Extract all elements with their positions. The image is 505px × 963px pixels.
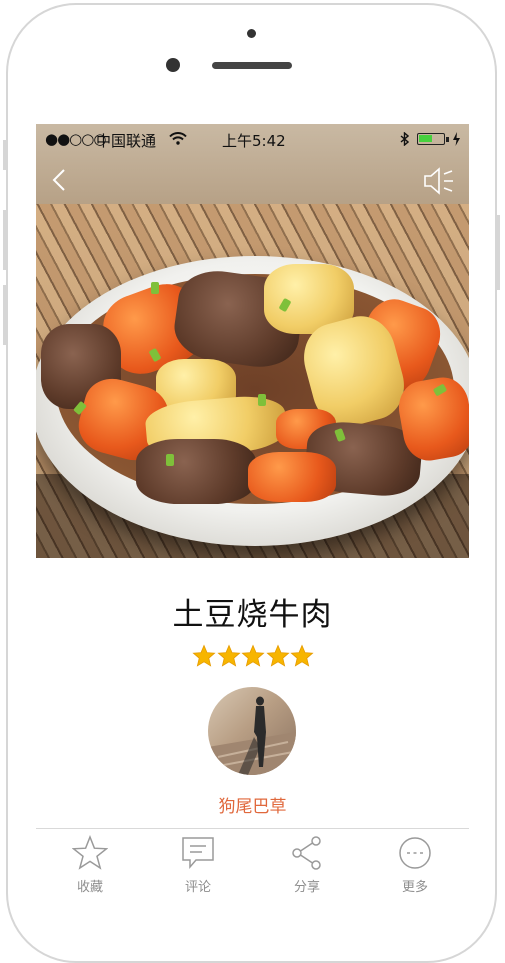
carrot-piece	[248, 452, 336, 502]
scallion-garnish	[166, 454, 174, 466]
star-icon	[241, 644, 265, 667]
earpiece-speaker	[212, 62, 292, 69]
front-camera	[166, 58, 180, 72]
star-icon	[265, 644, 290, 667]
tab-share[interactable]: 分享	[267, 829, 347, 900]
back-chevron-icon[interactable]	[48, 168, 72, 192]
volume-down-button	[3, 285, 6, 345]
tab-favorite[interactable]: 收藏	[50, 829, 130, 900]
tab-comment[interactable]: 评论	[158, 829, 238, 900]
bluetooth-icon	[400, 132, 409, 146]
tab-label: 评论	[184, 880, 211, 895]
carrier-name: 中国联通	[96, 132, 157, 150]
proximity-sensor	[247, 29, 256, 38]
wifi-icon	[169, 132, 187, 145]
comment-icon	[182, 837, 214, 870]
status-bar: ●●○○○ 中国联通 上午5:42	[36, 124, 469, 156]
scallion-garnish	[151, 282, 159, 294]
app-screen: ●●○○○ 中国联通 上午5:42 土豆烧牛肉 狗尾巴草 收藏 评论 分享 更多	[36, 124, 469, 900]
speaker-icon[interactable]	[422, 166, 456, 196]
mute-switch	[3, 140, 6, 170]
beef-piece	[136, 439, 256, 504]
star-icon	[192, 644, 216, 667]
bottom-toolbar: 收藏 评论 分享 更多	[36, 828, 469, 900]
author-avatar[interactable]	[208, 687, 296, 775]
recipe-title: 土豆烧牛肉	[172, 597, 333, 633]
power-button	[497, 215, 500, 290]
recipe-hero-image: ●●○○○ 中国联通 上午5:42	[36, 124, 469, 558]
star-icon	[216, 644, 241, 667]
scallion-garnish	[258, 394, 266, 406]
tab-more[interactable]: 更多	[375, 829, 455, 900]
clock: 上午5:42	[222, 132, 286, 150]
more-icon	[399, 837, 431, 869]
tab-label: 收藏	[76, 880, 103, 895]
tab-label: 分享	[293, 880, 320, 895]
volume-up-button	[3, 210, 6, 270]
star-outline-icon	[72, 835, 108, 870]
rating-stars	[192, 644, 314, 668]
avatar-photo	[208, 696, 296, 775]
star-icon	[290, 644, 314, 667]
battery-indicator	[417, 133, 449, 145]
author-name[interactable]: 狗尾巴草	[36, 792, 469, 817]
charging-icon	[453, 132, 460, 146]
tab-label: 更多	[401, 880, 428, 895]
share-icon	[292, 836, 321, 870]
